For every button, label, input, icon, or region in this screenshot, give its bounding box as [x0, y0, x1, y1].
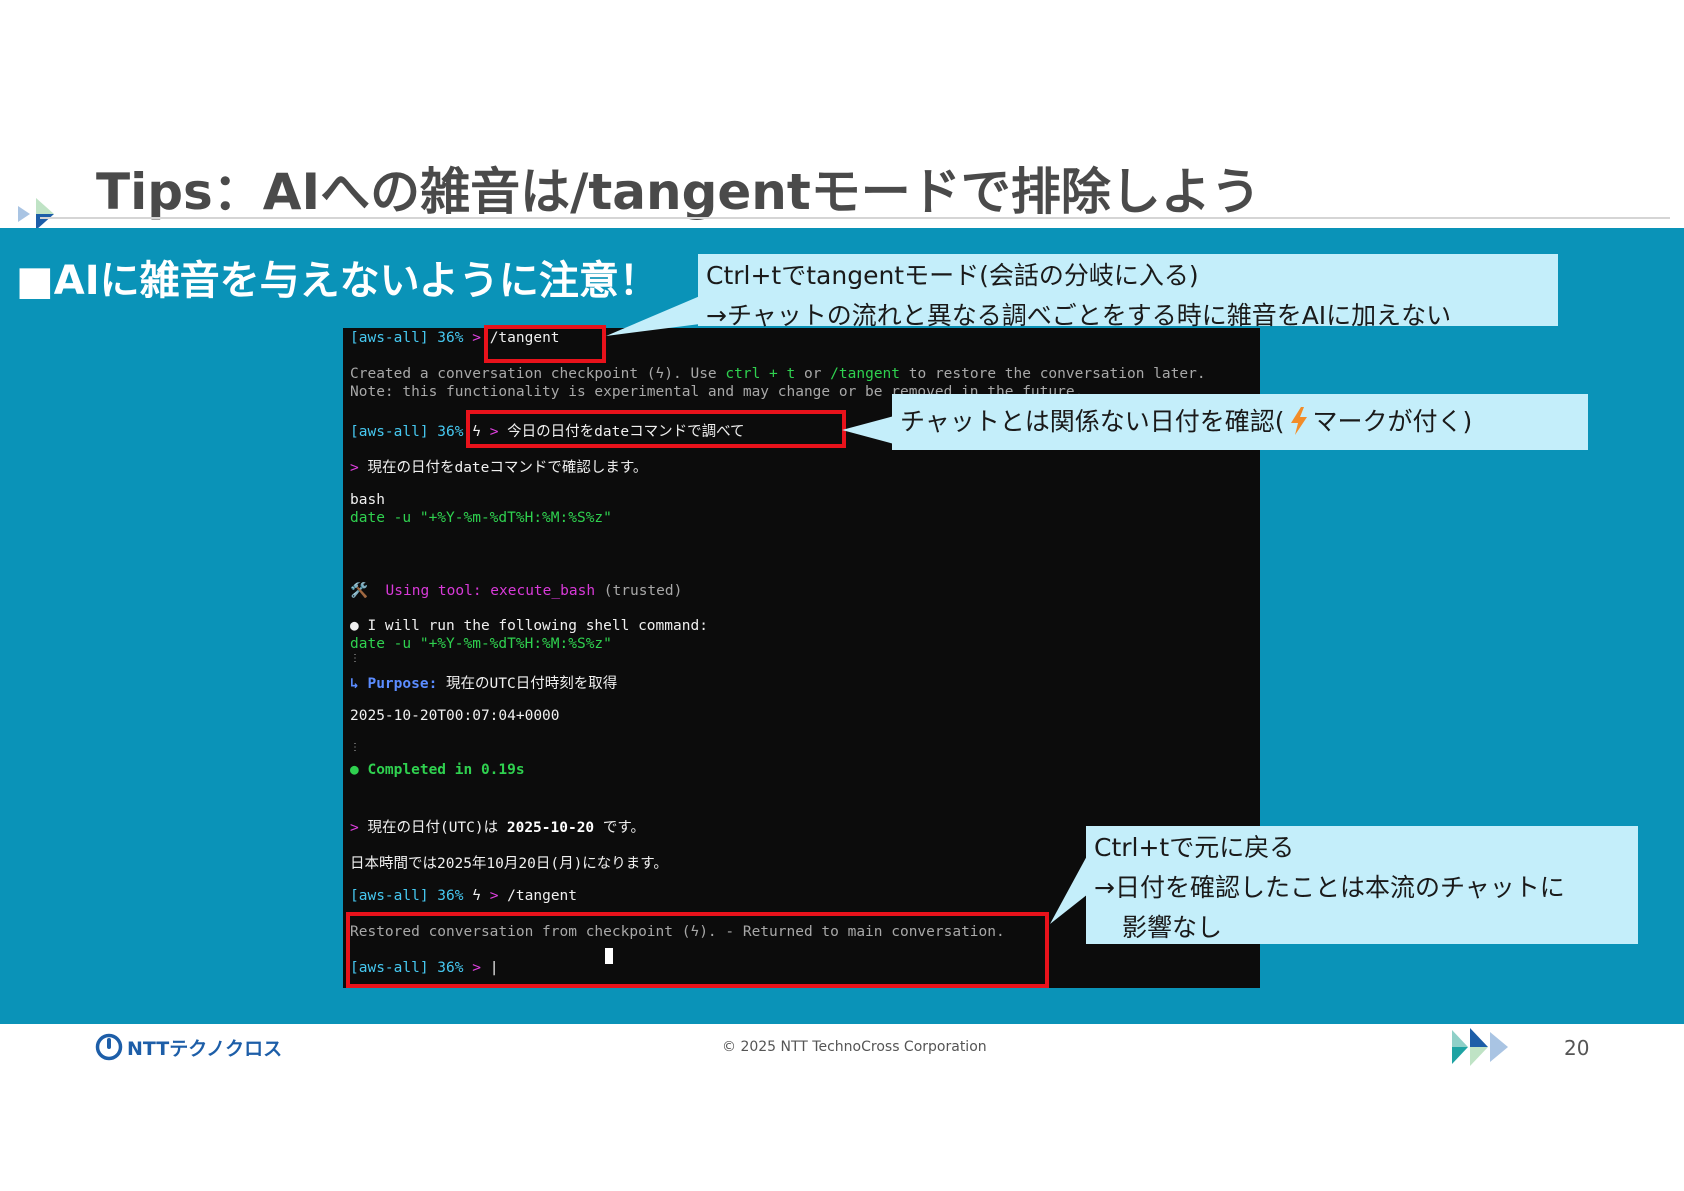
terminal-line-response-1: > 現在の日付をdateコマンドで確認します。	[350, 456, 647, 477]
response-date: 2025-10-20	[506, 820, 595, 836]
terminal-line-jst: 日本時間では2025年10月20日(月)になります。	[350, 856, 668, 872]
terminal-line-code-2: date -u "+%Y-%m-%dT%H:%M:%S%z"	[350, 636, 612, 652]
terminal-line-output: 2025-10-20T00:07:04+0000	[350, 708, 560, 724]
purpose-label: ↳ Purpose:	[350, 676, 438, 692]
callout-date-post: マークが付く)	[1312, 407, 1473, 436]
tangent-bolt: ϟ	[472, 888, 481, 904]
terminal-ellipsis: ⋮	[350, 653, 360, 664]
callout-date-pre: チャットとは関係ない日付を確認(	[900, 407, 1285, 436]
checkpoint-command: /tangent	[830, 366, 901, 382]
callout-tail-middle	[842, 416, 894, 444]
checkpoint-text: Created a conversation checkpoint (ϟ). U…	[350, 366, 717, 382]
terminal-prompt: [aws-all] 36%	[350, 424, 464, 440]
title-decoration-icon	[18, 198, 54, 230]
callout-tangent-mode: Ctrl+tでtangentモード(会話の分岐に入る) →チャットの流れと異なる…	[698, 254, 1558, 330]
page-number: 20	[1564, 1036, 1590, 1060]
section-heading: ■AIに雑音を与えないように注意！	[16, 258, 659, 304]
terminal-prompt: [aws-all] 36%	[350, 888, 464, 904]
callout-tangent-line1: Ctrl+tでtangentモード(会話の分岐に入る)	[706, 261, 1199, 290]
terminal-line-code: date -u "+%Y-%m-%dT%H:%M:%S%z"	[350, 510, 612, 526]
slide-title: Tips：AIへの雑音は/tangentモードで排除しよう	[96, 163, 1261, 221]
terminal-line-checkpoint: Created a conversation checkpoint (ϟ). U…	[350, 366, 1206, 382]
ntt-logo-icon	[95, 1033, 123, 1061]
terminal-line-response-2: > 現在の日付(UTC)は 2025-10-20 です。	[350, 816, 645, 837]
checkpoint-restore-text: to restore the conversation later.	[908, 366, 1206, 382]
highlight-box-restored	[346, 912, 1049, 988]
terminal-line-completed: ● Completed in 0.19s	[350, 762, 525, 778]
terminal-line-purpose: ↳ Purpose: 現在のUTC日付時刻を取得	[350, 672, 617, 693]
response-text: 現在の日付をdateコマンドで確認します。	[367, 460, 648, 476]
lightning-icon	[1290, 407, 1307, 435]
copyright: © 2025 NTT TechnoCross Corporation	[722, 1039, 987, 1055]
terminal-line-bash-label: bash	[350, 492, 385, 508]
purpose-text: 現在のUTC日付時刻を取得	[446, 676, 618, 692]
tool-trusted: (trusted)	[603, 583, 683, 599]
callout-tangent-line2: →チャットの流れと異なる調べごとをする時に雑音をAIに加えない	[706, 301, 1452, 330]
tool-icon: 🛠️	[350, 583, 369, 599]
company-name: NTTテクノクロス	[127, 1037, 283, 1060]
terminal-line-will-run: ● I will run the following shell command…	[350, 618, 708, 634]
callout-return-line1: Ctrl+tで元に戻る	[1094, 833, 1295, 862]
response-arrow: >	[350, 460, 359, 476]
terminal-command: /tangent	[507, 888, 578, 904]
prompt-arrow: >	[472, 330, 481, 346]
callout-return-line2: →日付を確認したことは本流のチャットに	[1094, 873, 1565, 902]
callout-return-line3: 影響なし	[1122, 913, 1223, 942]
response-arrow: >	[350, 820, 359, 836]
company-logo: NTTテクノクロス	[95, 1033, 282, 1061]
response-suffix: です。	[602, 820, 645, 836]
title-divider	[40, 217, 1670, 219]
callout-tail-bottom	[1050, 854, 1088, 924]
tool-name: Using tool: execute_bash	[385, 583, 596, 599]
callout-tail-top	[606, 296, 700, 336]
footer-decoration-icon	[1452, 1028, 1508, 1066]
callout-date-check: チャットとは関係ない日付を確認( マークが付く)	[892, 394, 1588, 450]
highlight-box-date-query	[466, 410, 846, 448]
highlight-box-tangent-command	[484, 325, 606, 363]
checkpoint-shortcut: ctrl + t	[725, 366, 796, 382]
response-text: 現在の日付(UTC)は	[367, 820, 499, 836]
checkpoint-or: or	[803, 366, 822, 382]
terminal-prompt: [aws-all] 36%	[350, 330, 464, 346]
prompt-arrow: >	[489, 888, 499, 904]
terminal-line-tool: 🛠️ Using tool: execute_bash (trusted)	[350, 582, 682, 599]
terminal-ellipsis-2: ⋮	[350, 742, 360, 753]
terminal-line-prompt-3: [aws-all] 36% ϟ > /tangent	[350, 888, 577, 904]
callout-return: Ctrl+tで元に戻る →日付を確認したことは本流のチャットに 影響なし	[1086, 826, 1638, 944]
